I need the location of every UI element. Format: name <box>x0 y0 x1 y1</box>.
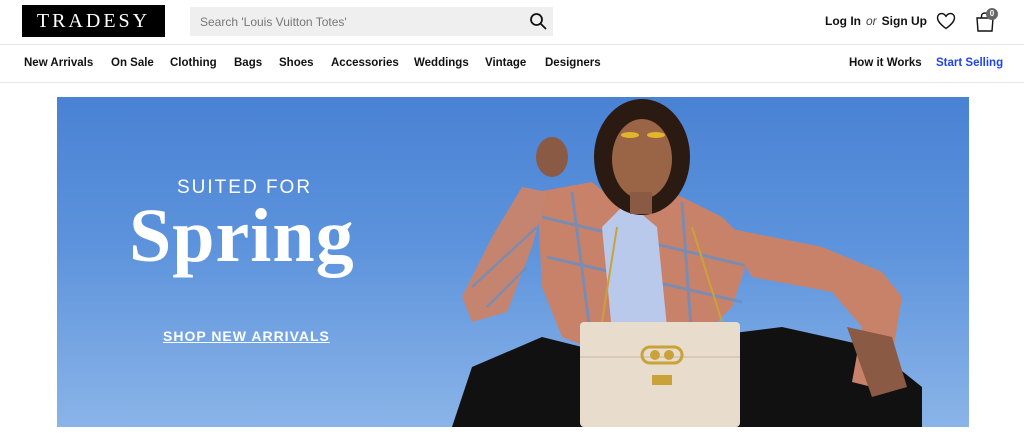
search-input[interactable] <box>190 7 553 36</box>
hero-banner[interactable]: SUITED FOR Spring SHOP NEW ARRIVALS <box>57 97 969 427</box>
main-nav: New Arrivals On Sale Clothing Bags Shoes… <box>0 44 1024 83</box>
cart-count-badge: 0 <box>986 8 998 20</box>
nav-accessories[interactable]: Accessories <box>331 57 399 69</box>
nav-how-it-works[interactable]: How it Works <box>849 57 922 69</box>
auth-links: Log In or Sign Up <box>825 14 927 28</box>
or-text: or <box>866 14 877 28</box>
cart-button[interactable]: 0 <box>974 8 1000 32</box>
signup-link[interactable]: Sign Up <box>882 14 927 28</box>
tradesy-logo[interactable]: TRADESY <box>22 5 165 37</box>
nav-vintage[interactable]: Vintage <box>485 57 526 69</box>
nav-new-arrivals[interactable]: New Arrivals <box>24 57 93 69</box>
heart-icon[interactable] <box>936 12 956 30</box>
nav-bags[interactable]: Bags <box>234 57 262 69</box>
login-link[interactable]: Log In <box>825 14 861 28</box>
nav-weddings[interactable]: Weddings <box>414 57 469 69</box>
shop-new-arrivals-link[interactable]: SHOP NEW ARRIVALS <box>163 328 330 344</box>
hero-model-image <box>452 99 922 427</box>
nav-clothing[interactable]: Clothing <box>170 57 217 69</box>
nav-designers[interactable]: Designers <box>545 57 601 69</box>
nav-shoes[interactable]: Shoes <box>279 57 314 69</box>
nav-on-sale[interactable]: On Sale <box>111 57 154 69</box>
site-header: TRADESY Log In or Sign Up 0 <box>0 0 1024 45</box>
search-icon[interactable] <box>529 12 547 30</box>
nav-start-selling[interactable]: Start Selling <box>936 57 1003 69</box>
hero-title: Spring <box>129 194 355 278</box>
